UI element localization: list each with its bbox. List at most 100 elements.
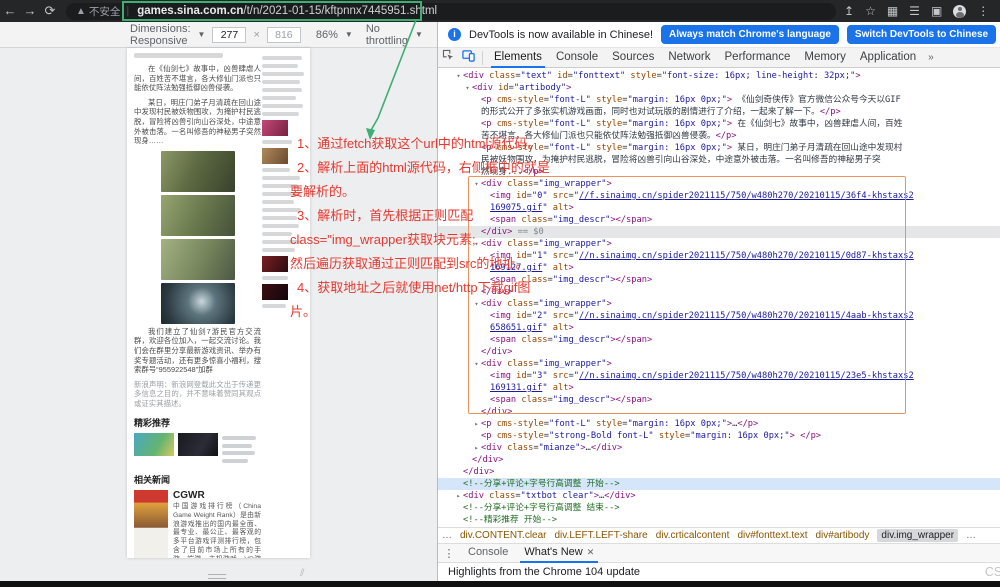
page-thumb[interactable] <box>262 284 288 300</box>
code-line[interactable]: ▾<div id="artibody"> <box>438 82 1000 94</box>
code-line[interactable]: <span class="img_descr"></span> <box>438 274 1000 286</box>
tab-elements[interactable]: Elements <box>487 48 549 68</box>
code-line[interactable]: </div> == $0 <box>438 226 1000 238</box>
code-line[interactable]: </div> <box>438 466 1000 478</box>
rail-link-skeleton[interactable] <box>262 192 302 196</box>
extensions-puzzle-icon[interactable]: ▦ <box>887 0 898 22</box>
share-icon[interactable]: ↥ <box>844 0 854 22</box>
rail-link-skeleton[interactable] <box>262 208 301 212</box>
code-line[interactable]: <span class="img_descr"></span> <box>438 334 1000 346</box>
always-match-language-button[interactable]: Always match Chrome's language <box>661 25 839 44</box>
code-line[interactable]: <img id="1" src="//n.sinaimg.cn/spider20… <box>438 250 1000 262</box>
viewport-resize-handle[interactable] <box>208 574 226 579</box>
code-line[interactable]: 的形式公开了多张实机游戏画面，同时也对试玩版的剧情进行了介绍，一起来了解一下。<… <box>438 106 1000 118</box>
page-thumb[interactable] <box>262 120 288 136</box>
code-line[interactable]: ▾<div class="img_wrapper"> <box>438 178 1000 190</box>
rail-link-skeleton[interactable] <box>262 232 292 236</box>
profile-avatar[interactable] <box>953 5 966 18</box>
code-line[interactable]: 169127.gif" alt> <box>438 262 1000 274</box>
breadcrumb-item[interactable]: … <box>966 530 976 541</box>
rail-link-skeleton[interactable] <box>262 96 296 100</box>
recommend-link-skeleton[interactable] <box>222 436 256 440</box>
rail-link-skeleton[interactable] <box>262 168 290 172</box>
code-line[interactable]: 苦不堪言，各大修仙门派也只能依仗阵法勉强抵御凶兽侵袭。</p> <box>438 130 1000 142</box>
code-line[interactable]: ▾<div class="img_wrapper"> <box>438 238 1000 250</box>
dimensions-select[interactable]: Dimensions: Responsive <box>130 23 191 47</box>
breadcrumb-item[interactable]: div.img_wrapper <box>877 529 958 542</box>
breadcrumb-item[interactable]: div#artibody <box>815 530 869 541</box>
breadcrumb-item[interactable]: div.LEFT.LEFT-share <box>555 530 648 541</box>
recommend-thumb[interactable] <box>178 433 218 456</box>
code-line[interactable]: ▸<div class="txtbot clear">…</div> <box>438 490 1000 502</box>
tab-performance[interactable]: Performance <box>718 48 798 68</box>
bookmark-star-icon[interactable]: ☆ <box>865 0 876 22</box>
rail-link-skeleton[interactable] <box>262 276 288 280</box>
rail-link-skeleton[interactable] <box>262 112 299 116</box>
rail-link-skeleton[interactable] <box>262 200 294 204</box>
code-line[interactable]: ▾<div class="text" id="fonttext" style="… <box>438 70 1000 82</box>
code-line[interactable]: <img id="0" src="//f.sinaimg.cn/spider20… <box>438 190 1000 202</box>
code-line[interactable]: <p cms-style="font-L" style="margin: 16p… <box>438 142 1000 154</box>
code-line[interactable]: <!--分享+评论+字号行高调整 开始--> <box>438 478 1000 490</box>
elements-panel[interactable]: ▾<div class="text" id="fonttext" style="… <box>438 68 1000 527</box>
web-page[interactable]: 在《仙剑七》故事中，凶兽肆虐人间，百姓苦不堪言，各大修仙门派也只能依仗阵法勉强抵… <box>127 48 310 558</box>
rail-link-skeleton[interactable] <box>262 56 302 60</box>
code-line[interactable]: 169131.gif" alt> <box>438 382 1000 394</box>
rail-link-skeleton[interactable] <box>262 88 302 92</box>
reload-icon[interactable]: ⟳ <box>40 0 60 22</box>
rail-link-skeleton[interactable] <box>262 80 300 84</box>
code-line[interactable]: <img id="2" src="//n.sinaimg.cn/spider20… <box>438 310 1000 322</box>
rail-link-skeleton[interactable] <box>262 224 299 228</box>
rail-link-skeleton[interactable] <box>262 72 304 76</box>
tab-memory[interactable]: Memory <box>797 48 853 68</box>
breadcrumb-item[interactable]: div#fonttext.text <box>737 530 807 541</box>
tab-console[interactable]: Console <box>549 48 605 68</box>
code-line[interactable]: </div> <box>438 286 1000 298</box>
rail-link-skeleton[interactable] <box>262 216 297 220</box>
whats-new-headline[interactable]: Highlights from the Chrome 104 update <box>448 566 640 578</box>
tab-application[interactable]: Application <box>853 48 923 68</box>
code-line[interactable]: ▸<p cms-style="font-L" style="margin: 16… <box>438 418 1000 430</box>
zoom-select[interactable]: 86% <box>316 29 338 41</box>
code-line[interactable]: </div> <box>438 406 1000 418</box>
rail-link-skeleton[interactable] <box>262 140 292 144</box>
code-line[interactable]: <p cms-style="strong-Bold font-L" style=… <box>438 430 1000 442</box>
breadcrumb-item[interactable]: … <box>442 530 452 541</box>
rail-link-skeleton[interactable] <box>262 64 298 68</box>
rail-link-skeleton[interactable] <box>262 176 300 180</box>
drawer-tab-whats-new[interactable]: What's New✕ <box>516 543 602 563</box>
tab-sources[interactable]: Sources <box>605 48 661 68</box>
tab-network[interactable]: Network <box>661 48 717 68</box>
viewport-width-input[interactable] <box>212 27 246 43</box>
reading-list-icon[interactable]: ☰ <box>909 0 920 22</box>
drawer-menu-icon[interactable]: ⋮ <box>438 547 460 560</box>
drawer-tab-console[interactable]: Console <box>460 543 516 563</box>
recommend-link-skeleton[interactable] <box>222 444 252 448</box>
code-line[interactable]: <p cms-style="font-L" style="margin: 16p… <box>438 118 1000 130</box>
page-thumb[interactable] <box>262 256 288 272</box>
page-thumb[interactable] <box>262 148 288 164</box>
side-panel-icon[interactable]: ▣ <box>931 0 942 22</box>
code-line[interactable]: <!--精彩推荐 开始--> <box>438 514 1000 526</box>
code-line[interactable]: </div> <box>438 454 1000 466</box>
code-line[interactable]: <img id="3" src="//n.sinaimg.cn/spider20… <box>438 370 1000 382</box>
breadcrumb-item[interactable]: div.CONTENT.clear <box>460 530 547 541</box>
browser-menu-icon[interactable]: ⋮ <box>977 0 989 22</box>
rail-link-skeleton[interactable] <box>262 248 295 252</box>
tab-close-icon[interactable]: ✕ <box>587 547 595 557</box>
more-tabs-icon[interactable]: » <box>923 52 939 63</box>
code-line[interactable]: <span class="img_descr"></span> <box>438 394 1000 406</box>
rail-link-skeleton[interactable] <box>262 240 300 244</box>
throttling-select[interactable]: No throttling <box>366 23 408 47</box>
rail-link-skeleton[interactable] <box>262 104 303 108</box>
code-line[interactable]: </div> <box>438 346 1000 358</box>
rail-link-skeleton[interactable] <box>262 184 298 188</box>
rail-link-skeleton[interactable] <box>262 304 286 308</box>
recommend-thumb[interactable] <box>134 433 174 456</box>
inspect-element-icon[interactable] <box>438 49 458 67</box>
code-line[interactable]: <p cms-style="font-L" style="margin: 16p… <box>438 94 1000 106</box>
code-line[interactable]: <span class="img_descr"></span> <box>438 214 1000 226</box>
cgwr-poster-image[interactable] <box>134 490 168 558</box>
viewport-height-input[interactable] <box>267 27 301 43</box>
code-line[interactable]: <!--分享+评论+字号行高调整 结束--> <box>438 502 1000 514</box>
